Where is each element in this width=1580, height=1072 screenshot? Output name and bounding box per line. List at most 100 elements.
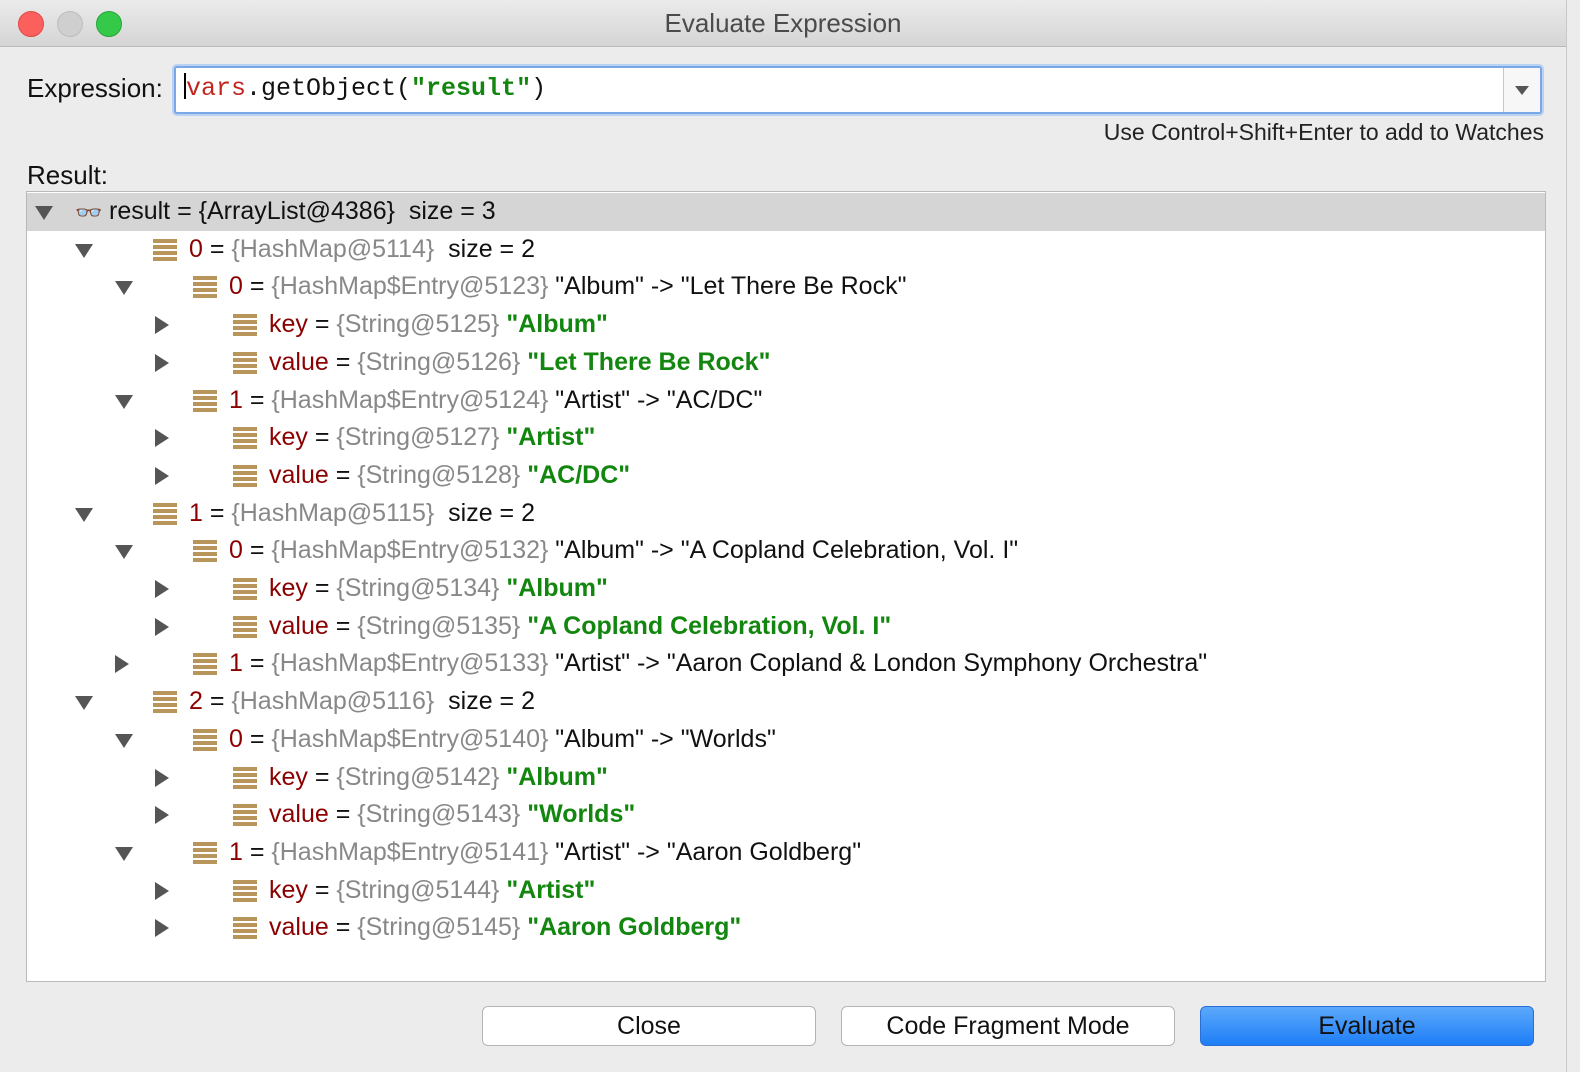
node-name: 0	[229, 724, 243, 753]
tree-row[interactable]: value = {String@5145} "Aaron Goldberg"	[27, 909, 1545, 947]
tree-row[interactable]: 0 = {HashMap$Entry@5132} "Album" -> "A C…	[27, 532, 1545, 570]
node-reference: {String@5144}	[336, 875, 500, 904]
tree-row-text: 1 = {HashMap@5115} size = 2	[189, 499, 535, 528]
tree-row[interactable]: key = {String@5125} "Album"	[27, 306, 1545, 344]
node-value: "Album" -> "A Copland Celebration, Vol. …	[548, 536, 1019, 565]
tree-row[interactable]: 1 = {HashMap@5115} size = 2	[27, 495, 1545, 533]
tree-row[interactable]: 0 = {HashMap$Entry@5140} "Album" -> "Wor…	[27, 721, 1545, 759]
tree-row-text: key = {String@5144} "Artist"	[269, 876, 595, 905]
node-reference: {HashMap@5114}	[231, 234, 435, 263]
collapsed-triangle-icon[interactable]	[155, 806, 169, 825]
node-equals: =	[328, 800, 358, 829]
node-value: "Let There Be Rock"	[520, 347, 771, 376]
expanded-triangle-icon[interactable]	[35, 206, 53, 220]
tree-row[interactable]: 0 = {HashMap$Entry@5123} "Album" -> "Let…	[27, 268, 1545, 306]
collapsed-triangle-icon[interactable]	[155, 919, 169, 938]
tree-row[interactable]: 👓 result = {ArrayList@4386} size = 3	[27, 193, 1545, 231]
window-title: Evaluate Expression	[664, 8, 902, 38]
node-name: 1	[189, 498, 203, 527]
tree-row[interactable]: key = {String@5144} "Artist"	[27, 872, 1545, 910]
node-value: "Album" -> "Worlds"	[548, 724, 776, 753]
tree-row-text: 1 = {HashMap$Entry@5124} "Artist" -> "AC…	[229, 386, 762, 415]
expanded-triangle-icon[interactable]	[75, 696, 93, 711]
tree-row[interactable]: key = {String@5134} "Album"	[27, 570, 1545, 608]
collapsed-triangle-icon[interactable]	[155, 466, 169, 485]
node-equals: =	[202, 234, 232, 263]
code-fragment-mode-button[interactable]: Code Fragment Mode	[841, 1006, 1175, 1046]
tree-row-text: value = {String@5128} "AC/DC"	[269, 461, 630, 490]
node-value: "Artist" -> "AC/DC"	[548, 385, 763, 414]
node-equals: =	[307, 423, 337, 452]
collapsed-triangle-icon[interactable]	[155, 580, 169, 598]
node-value: "Album"	[499, 762, 608, 791]
tree-row[interactable]: value = {String@5135} "A Copland Celebra…	[27, 608, 1545, 646]
node-reference: {ArrayList@4386}	[198, 197, 395, 225]
node-reference: {String@5125}	[336, 310, 500, 339]
node-reference: {HashMap$Entry@5132}	[271, 536, 549, 565]
expanded-triangle-icon[interactable]	[115, 281, 133, 296]
tree-row[interactable]: key = {String@5142} "Album"	[27, 759, 1545, 797]
node-value: "Artist"	[499, 875, 596, 904]
field-icon	[233, 314, 257, 337]
expanded-triangle-icon[interactable]	[75, 507, 93, 522]
collapsed-triangle-icon[interactable]	[155, 768, 169, 787]
tree-row-text: 0 = {HashMap$Entry@5123} "Album" -> "Let…	[229, 272, 906, 301]
node-reference: {HashMap@5115}	[231, 498, 435, 527]
collapsed-triangle-icon[interactable]	[155, 353, 169, 372]
tree-row[interactable]: 1 = {HashMap$Entry@5124} "Artist" -> "AC…	[27, 382, 1545, 420]
tree-row[interactable]: value = {String@5128} "AC/DC"	[27, 457, 1545, 495]
expanded-triangle-icon[interactable]	[75, 243, 93, 258]
node-name: 0	[229, 536, 243, 565]
expanded-triangle-icon[interactable]	[115, 846, 133, 861]
expression-input[interactable]: vars.getObject("result")	[174, 66, 1542, 114]
node-equals: =	[202, 687, 232, 716]
tree-row[interactable]: 2 = {HashMap@5116} size = 2	[27, 683, 1545, 721]
node-reference: {String@5143}	[357, 800, 521, 829]
expression-code[interactable]: vars.getObject("result")	[184, 73, 546, 103]
collapsed-triangle-icon[interactable]	[155, 881, 169, 900]
collapsed-triangle-icon[interactable]	[155, 316, 169, 335]
node-name: key	[269, 423, 308, 452]
tree-row[interactable]: 1 = {HashMap$Entry@5133} "Artist" -> "Aa…	[27, 645, 1545, 683]
expanded-triangle-icon[interactable]	[115, 545, 133, 560]
tree-row-text: 1 = {HashMap$Entry@5133} "Artist" -> "Aa…	[229, 649, 1207, 678]
node-reference: {HashMap$Entry@5123}	[271, 272, 549, 301]
field-icon	[153, 691, 177, 714]
expression-call: .getObject(	[246, 74, 412, 103]
node-equals: =	[242, 385, 272, 414]
tree-row[interactable]: 1 = {HashMap$Entry@5141} "Artist" -> "Aa…	[27, 834, 1545, 872]
node-value: "A Copland Celebration, Vol. I"	[520, 611, 892, 640]
tree-row[interactable]: value = {String@5126} "Let There Be Rock…	[27, 344, 1545, 382]
tree-row-text: 2 = {HashMap@5116} size = 2	[189, 687, 535, 716]
result-tree[interactable]: 👓 result = {ArrayList@4386} size = 3 0 = {…	[26, 191, 1546, 982]
node-name: key	[269, 762, 308, 791]
tree-row-text: key = {String@5127} "Artist"	[269, 423, 595, 452]
node-equals: =	[242, 649, 272, 678]
expanded-triangle-icon[interactable]	[115, 733, 133, 748]
collapsed-triangle-icon[interactable]	[155, 429, 169, 448]
tree-row-text: value = {String@5145} "Aaron Goldberg"	[269, 913, 741, 942]
node-equals: =	[328, 913, 358, 942]
node-name: value	[269, 611, 329, 640]
node-name: value	[269, 913, 329, 942]
collapsed-triangle-icon[interactable]	[115, 655, 129, 674]
evaluate-button[interactable]: Evaluate	[1200, 1006, 1534, 1046]
node-reference: {HashMap$Entry@5140}	[271, 724, 549, 753]
node-value: "Aaron Goldberg"	[520, 913, 742, 942]
tree-row[interactable]: value = {String@5143} "Worlds"	[27, 796, 1545, 834]
expression-history-dropdown[interactable]	[1503, 68, 1540, 112]
collapsed-triangle-icon[interactable]	[155, 617, 169, 636]
field-icon	[193, 653, 217, 676]
node-equals: =	[328, 347, 358, 376]
expanded-triangle-icon[interactable]	[115, 394, 133, 409]
node-reference: {String@5127}	[336, 423, 500, 452]
tree-row[interactable]: 0 = {HashMap@5114} size = 2	[27, 231, 1545, 269]
tree-row[interactable]: key = {String@5127} "Artist"	[27, 419, 1545, 457]
node-equals: =	[242, 724, 272, 753]
close-button[interactable]: Close	[482, 1006, 816, 1046]
node-name: value	[269, 460, 329, 489]
node-name: 2	[189, 687, 203, 716]
field-icon	[233, 917, 257, 940]
node-value: "Album"	[499, 574, 608, 602]
field-icon	[233, 879, 257, 902]
